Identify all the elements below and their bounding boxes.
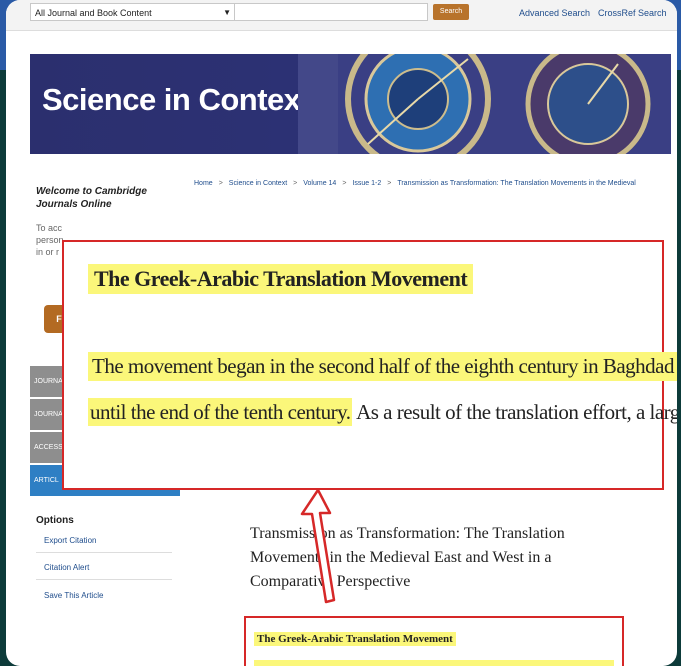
content-scope-select[interactable]: All Journal and Book Content ▼	[30, 3, 236, 21]
breadcrumb-separator: >	[218, 180, 223, 187]
astronomical-clock-image	[298, 54, 671, 154]
intro-line: To acc	[36, 223, 63, 233]
search-button[interactable]: Search	[433, 4, 469, 20]
divider	[36, 579, 172, 580]
search-input[interactable]	[234, 3, 428, 21]
banner-title: Science in Context	[42, 82, 311, 117]
breadcrumb-article: Transmission as Transformation: The Tran…	[397, 180, 636, 187]
chevron-down-icon: ▼	[223, 8, 231, 17]
zoom-text-line-1: The movement began in the second half of…	[88, 352, 677, 381]
crossref-search-link[interactable]: CrossRef Search	[598, 8, 667, 18]
breadcrumb-journal[interactable]: Science in Context	[229, 180, 287, 187]
zoom-text-rest: As a result of the translation effort, a…	[356, 400, 677, 424]
annotation-arrow	[300, 488, 336, 604]
search-toolbar: All Journal and Book Content ▼ Search Ad…	[6, 0, 677, 31]
breadcrumb-issue[interactable]: Issue 1-2	[352, 180, 381, 187]
scope-select-value: All Journal and Book Content	[35, 8, 152, 18]
journal-banner: Science in Context	[30, 54, 671, 154]
advanced-search-link[interactable]: Advanced Search	[519, 8, 590, 18]
zoom-callout: The Greek-Arabic Translation Movement Th…	[62, 240, 677, 490]
bottom-heading: The Greek-Arabic Translation Movement	[254, 632, 456, 646]
breadcrumb-home[interactable]: Home	[194, 180, 213, 187]
export-citation-link[interactable]: Export Citation	[44, 536, 96, 545]
options-heading: Options	[36, 515, 74, 526]
citation-alert-link[interactable]: Citation Alert	[44, 563, 89, 572]
breadcrumb-volume[interactable]: Volume 14	[303, 180, 336, 187]
highlight-strip	[254, 660, 614, 666]
welcome-heading: Welcome to Cambridge Journals Online	[36, 186, 147, 210]
save-article-link[interactable]: Save This Article	[44, 591, 103, 600]
breadcrumb-separator: >	[387, 180, 392, 187]
journal-page: All Journal and Book Content ▼ Search Ad…	[6, 0, 677, 666]
divider	[36, 552, 172, 553]
breadcrumb-separator: >	[342, 180, 347, 187]
zoom-highlight: until the end of the tenth century.	[88, 398, 353, 426]
bottom-callout: The Greek-Arabic Translation Movement	[244, 616, 624, 666]
breadcrumb-separator: >	[293, 180, 298, 187]
breadcrumb: Home > Science in Context > Volume 14 > Issue …	[194, 180, 636, 187]
zoom-text-line-2: until the end of the tenth century. As a…	[88, 398, 677, 426]
zoom-heading: The Greek-Arabic Translation Movement	[88, 264, 474, 294]
